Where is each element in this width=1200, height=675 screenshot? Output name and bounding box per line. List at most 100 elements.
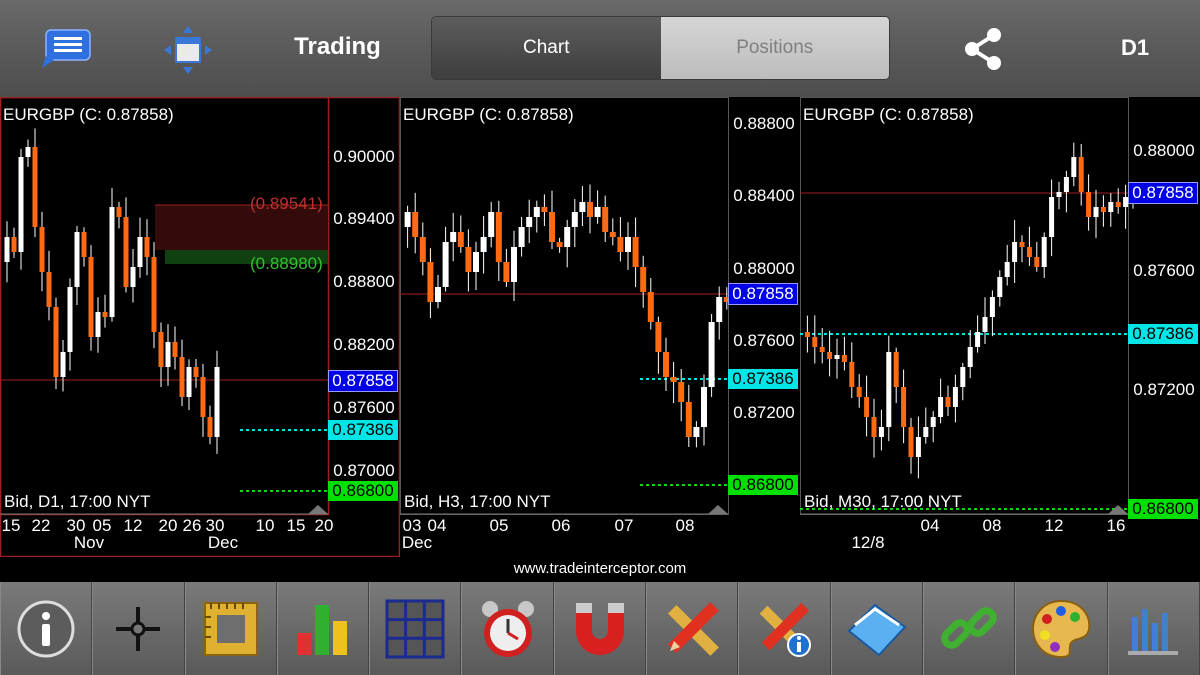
cyan-price-box: 0.87386 bbox=[328, 420, 398, 440]
y-tick-label: 0.88000 bbox=[733, 259, 795, 278]
candle-body bbox=[179, 357, 185, 397]
timeframe-button[interactable]: D1 bbox=[1100, 35, 1170, 61]
draw-info-icon[interactable] bbox=[738, 582, 831, 675]
candle-body bbox=[137, 237, 143, 267]
candle-body bbox=[841, 355, 847, 362]
y-tick-label: 0.87200 bbox=[1133, 380, 1195, 399]
y-tick-label: 0.87600 bbox=[1133, 261, 1195, 280]
candle-body bbox=[701, 387, 707, 427]
candle-body bbox=[1108, 202, 1114, 212]
chart-panel-h3[interactable]: EURGBP (C: 0.87858) Bid, H3, 17:00 NYT 0… bbox=[400, 97, 800, 557]
candle-body bbox=[1086, 192, 1092, 217]
candle-body bbox=[1115, 202, 1121, 207]
candle-body bbox=[186, 367, 192, 397]
candle-body bbox=[419, 237, 426, 262]
y-tick-label: 0.87600 bbox=[333, 398, 395, 417]
x-tick-label: 12 bbox=[1044, 516, 1064, 535]
share-icon[interactable] bbox=[960, 26, 1008, 72]
bid-label: Bid, D1, 17:00 NYT bbox=[4, 492, 151, 511]
draw-tools-icon[interactable] bbox=[646, 582, 739, 675]
chart-panel-d1[interactable]: EURGBP (C: 0.87858) Bid, D1, 17:00 NYT 0… bbox=[0, 97, 400, 557]
info-icon[interactable] bbox=[0, 582, 93, 675]
candle-body bbox=[457, 232, 464, 247]
candle-body bbox=[579, 202, 586, 212]
page-title: Trading bbox=[294, 33, 381, 60]
candle-body bbox=[982, 317, 988, 332]
x-tick-label: 16 bbox=[1106, 516, 1126, 535]
x-tick-label: 04 bbox=[920, 516, 940, 535]
candle-body bbox=[1034, 257, 1040, 267]
candle-body bbox=[997, 277, 1003, 297]
candle-body bbox=[716, 297, 723, 322]
x-tick-label: 08 bbox=[675, 516, 695, 535]
x-tick-label: 22 bbox=[31, 516, 51, 535]
candle-body bbox=[893, 352, 899, 387]
alarm-clock-icon[interactable] bbox=[461, 582, 554, 675]
bid-label: Bid, H3, 17:00 NYT bbox=[404, 492, 551, 511]
candle-body bbox=[975, 332, 981, 347]
x-tick-label: 05 bbox=[489, 516, 509, 535]
palette-icon[interactable] bbox=[1015, 582, 1108, 675]
candle-body bbox=[200, 377, 206, 417]
tab-positions[interactable]: Positions bbox=[660, 17, 889, 79]
candle-body bbox=[1093, 207, 1099, 217]
link-icon[interactable] bbox=[922, 582, 1016, 675]
chart-settings-icon[interactable] bbox=[1107, 582, 1200, 675]
candle-body bbox=[685, 402, 692, 437]
candle-body bbox=[1056, 192, 1062, 197]
templates-icon[interactable] bbox=[830, 582, 923, 675]
candle-body bbox=[95, 312, 101, 337]
candle-body bbox=[46, 272, 52, 307]
candle-body bbox=[878, 427, 884, 437]
candle-body bbox=[886, 352, 892, 427]
candle-body bbox=[617, 237, 624, 252]
candle-body bbox=[678, 382, 685, 402]
candle-body bbox=[1100, 207, 1106, 212]
current-price-box: 0.87858 bbox=[328, 370, 398, 392]
candle-body bbox=[123, 217, 129, 287]
indicators-bar-icon[interactable] bbox=[276, 582, 370, 675]
level-label-lower: (0.88980) bbox=[250, 254, 323, 273]
chart-panel-m30[interactable]: EURGBP (C: 0.87858) Bid, M30, 17:00 NYT … bbox=[800, 97, 1200, 557]
candle-body bbox=[647, 292, 654, 322]
candle-body bbox=[915, 437, 921, 457]
grid-icon[interactable] bbox=[369, 582, 462, 675]
candle-body bbox=[834, 355, 840, 359]
candle-body bbox=[952, 387, 958, 407]
tab-chart[interactable]: Chart bbox=[432, 17, 661, 79]
menu-icon[interactable] bbox=[40, 26, 96, 70]
scroll-marker bbox=[308, 505, 328, 514]
level-label-upper: (0.89541) bbox=[250, 194, 323, 213]
symbol-label: EURGBP (C: 0.87858) bbox=[803, 105, 974, 124]
current-price-box: 0.87858 bbox=[728, 283, 798, 305]
candle-body bbox=[571, 212, 578, 227]
x-month-label: Dec bbox=[207, 533, 239, 552]
y-tick-label: 0.87000 bbox=[333, 461, 395, 480]
candle-body bbox=[1063, 177, 1069, 192]
ruler-frame-icon[interactable] bbox=[184, 582, 277, 675]
candle-body bbox=[25, 147, 31, 157]
candle-body bbox=[511, 247, 517, 282]
x-tick-label: 20 bbox=[158, 516, 178, 535]
candle-body bbox=[151, 257, 157, 332]
candle-body bbox=[989, 297, 995, 317]
cyan-price-box: 0.87386 bbox=[1128, 324, 1198, 344]
magnet-icon[interactable] bbox=[553, 582, 647, 675]
scroll-marker bbox=[708, 505, 728, 514]
move-arrows-icon[interactable] bbox=[162, 24, 214, 76]
website-url[interactable]: www.tradeinterceptor.com bbox=[0, 560, 1200, 582]
candle-body bbox=[518, 227, 525, 247]
candle-body bbox=[871, 417, 877, 437]
y-tick-label: 0.88800 bbox=[333, 272, 395, 291]
x-tick-label: 07 bbox=[614, 516, 634, 535]
green-price-box: 0.86800 bbox=[1128, 499, 1198, 519]
y-tick-label: 0.88200 bbox=[333, 335, 395, 354]
candle-body bbox=[594, 207, 601, 217]
y-tick-label: 0.88000 bbox=[1133, 141, 1195, 160]
x-tick-label: 06 bbox=[551, 516, 571, 535]
candle-body bbox=[207, 417, 213, 437]
candle-body bbox=[165, 342, 171, 367]
candle-body bbox=[412, 212, 419, 237]
crosshair-icon[interactable] bbox=[92, 582, 185, 675]
candle-body bbox=[609, 232, 616, 237]
